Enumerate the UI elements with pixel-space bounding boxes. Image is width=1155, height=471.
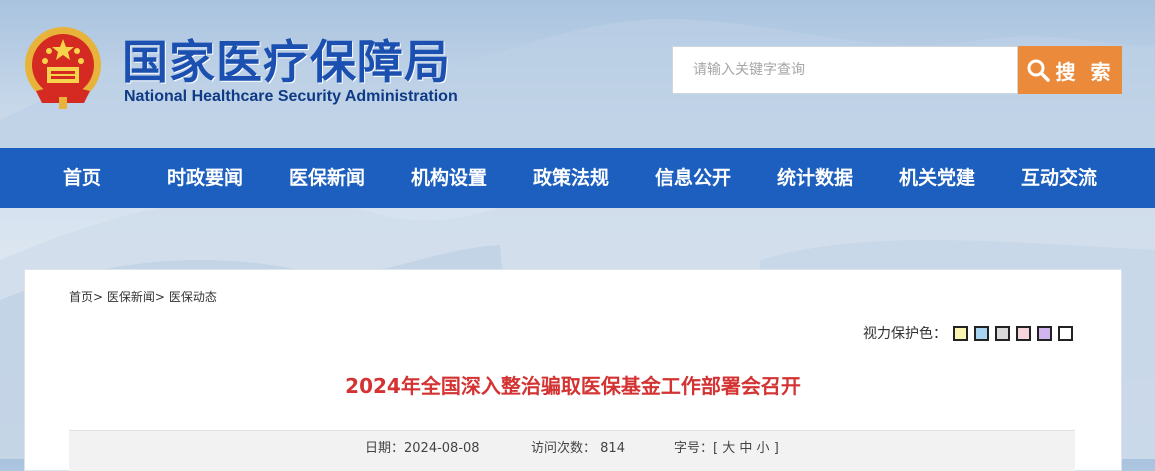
national-emblem-icon: [22, 25, 104, 111]
nav-item-party-building[interactable]: 机关党建: [899, 148, 975, 208]
date-label: 日期：: [365, 441, 405, 456]
eye-care-swatch-gray[interactable]: [995, 325, 1010, 341]
nav-item-political-news[interactable]: 时政要闻: [167, 148, 243, 208]
eye-care-swatch-white[interactable]: [1058, 325, 1073, 341]
search-input[interactable]: [672, 46, 1018, 94]
date-value: 2024-08-08: [404, 441, 480, 456]
breadcrumb: 首页> 医保新闻> 医保动态: [69, 288, 217, 305]
article-meta-bar: 日期：2024-08-08 访问次数： 814 字号：[ 大 中 小 ]: [69, 430, 1075, 471]
font-size-medium-button[interactable]: 中: [739, 441, 752, 456]
eye-care-swatch-purple[interactable]: [1037, 325, 1052, 341]
nav-item-home[interactable]: 首页: [63, 148, 101, 208]
site-title: 国家医疗保障局: [122, 35, 451, 89]
nav-item-policies[interactable]: 政策法规: [533, 148, 609, 208]
font-size-bracket-close: ]: [773, 441, 779, 456]
eye-care-swatch-pink[interactable]: [1016, 325, 1031, 341]
main-nav: 首页 时政要闻 医保新闻 机构设置 政策法规 信息公开 统计数据 机关党建 互动…: [0, 148, 1155, 208]
font-size-large-button[interactable]: 大: [722, 441, 735, 456]
font-size-bracket-open: [: [713, 441, 719, 456]
eye-care-color-picker: 视力保护色：: [863, 323, 1073, 343]
breadcrumb-separator: >: [154, 290, 165, 304]
article-title: 2024年全国深入整治骗取医保基金工作部署会召开: [345, 374, 801, 398]
nav-item-healthcare-news[interactable]: 医保新闻: [289, 148, 365, 208]
visits-label: 访问次数：: [531, 441, 597, 456]
article-visits: 访问次数： 814: [531, 437, 625, 456]
article-card: 首页> 医保新闻> 医保动态 视力保护色： 2024年全国深入整治骗取医保基金工…: [24, 269, 1122, 471]
eye-care-swatch-blue[interactable]: [974, 325, 989, 341]
site-header: 国家医疗保障局 National Healthcare Security Adm…: [0, 0, 1155, 148]
breadcrumb-healthcare-dynamics[interactable]: 医保动态: [169, 290, 217, 304]
search-button[interactable]: 搜 索: [1018, 46, 1122, 94]
eye-care-swatch-yellow[interactable]: [953, 325, 968, 341]
font-size-small-button[interactable]: 小: [757, 441, 770, 456]
visits-value: 814: [600, 441, 625, 456]
eye-care-label: 视力保护色：: [863, 326, 947, 342]
nav-item-organization[interactable]: 机构设置: [411, 148, 487, 208]
nav-item-statistics[interactable]: 统计数据: [777, 148, 853, 208]
breadcrumb-separator: >: [93, 290, 104, 304]
nav-item-info-disclosure[interactable]: 信息公开: [655, 148, 731, 208]
nav-item-interaction[interactable]: 互动交流: [1021, 148, 1097, 208]
article-date: 日期：2024-08-08: [365, 437, 480, 456]
search-icon: [1027, 59, 1050, 82]
font-size-controls: 字号：[ 大 中 小 ]: [674, 437, 779, 456]
site-subtitle: National Healthcare Security Administrat…: [124, 88, 458, 105]
font-size-label: 字号：: [674, 441, 714, 456]
breadcrumb-home[interactable]: 首页: [69, 290, 93, 304]
search-button-label: 搜 索: [1055, 59, 1115, 84]
breadcrumb-healthcare-news[interactable]: 医保新闻: [107, 290, 155, 304]
